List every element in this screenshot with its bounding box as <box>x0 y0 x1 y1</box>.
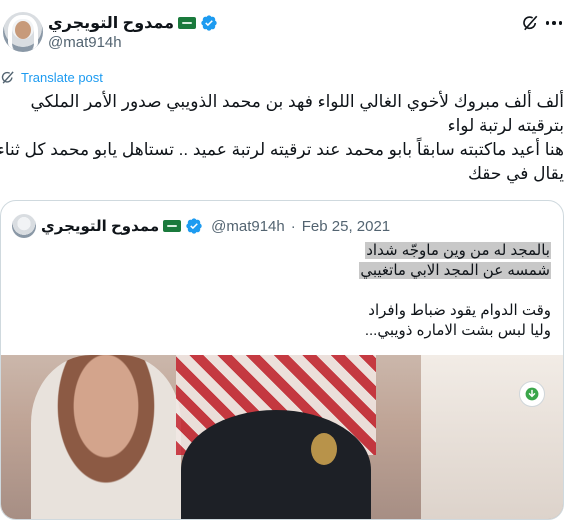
saudi-flag-icon <box>178 17 197 29</box>
quoted-line: وقت الدوام يقود ضباط وافراد <box>368 302 551 319</box>
author-handle[interactable]: @mat914h <box>48 34 122 51</box>
quoted-avatar[interactable] <box>12 214 36 238</box>
tweet-text: ألف ألف مبروك لأخوي الغالي اللواء فهد بن… <box>0 90 564 186</box>
verified-badge-icon <box>201 15 217 31</box>
tweet-line: يقال في حقك <box>467 164 564 183</box>
tweet-line: ألف ألف مبروك لأخوي الغالي اللواء فهد بن… <box>30 92 564 111</box>
author-name[interactable]: ممدوح التويجري <box>48 13 174 33</box>
quoted-line: وليا لبس بشت الاماره ذويبي... <box>364 322 551 339</box>
tweet-line: بترقيته لرتبة لواء <box>447 116 564 135</box>
quoted-handle[interactable]: @mat914h <box>211 218 285 235</box>
translate-label[interactable]: Translate post <box>21 70 103 85</box>
quoted-header: ممدوح التويجري @mat914h · Feb 25, 2021 <box>41 214 390 238</box>
quoted-post[interactable]: ممدوح التويجري @mat914h · Feb 25, 2021 ب… <box>0 200 564 520</box>
translate-post-link[interactable]: Translate post <box>0 70 103 85</box>
author-name-row[interactable]: ممدوح التويجري <box>48 12 218 34</box>
quoted-line <box>11 281 551 301</box>
quoted-author-name[interactable]: ممدوح التويجري <box>41 217 159 235</box>
quoted-date[interactable]: Feb 25, 2021 <box>302 218 390 235</box>
download-icon[interactable] <box>519 381 545 407</box>
verified-badge-icon <box>186 218 202 234</box>
tweet-line: هنا أعيد ماكتبته سابقاً بابو محمد عند تر… <box>0 140 564 159</box>
quoted-line: شمسه عن المجد الابي ماتغيبي <box>359 262 551 279</box>
saudi-flag-icon <box>163 220 182 232</box>
translate-icon <box>1 71 14 84</box>
quoted-line: بالمجد له من وين ماوجّه شداد <box>365 242 551 259</box>
quoted-image[interactable] <box>1 355 563 519</box>
grok-icon[interactable] <box>521 14 539 32</box>
separator: · <box>290 217 296 235</box>
more-icon[interactable] <box>544 13 564 33</box>
quoted-text: بالمجد له من وين ماوجّه شداد شمسه عن الم… <box>11 241 551 341</box>
avatar[interactable] <box>3 12 43 52</box>
